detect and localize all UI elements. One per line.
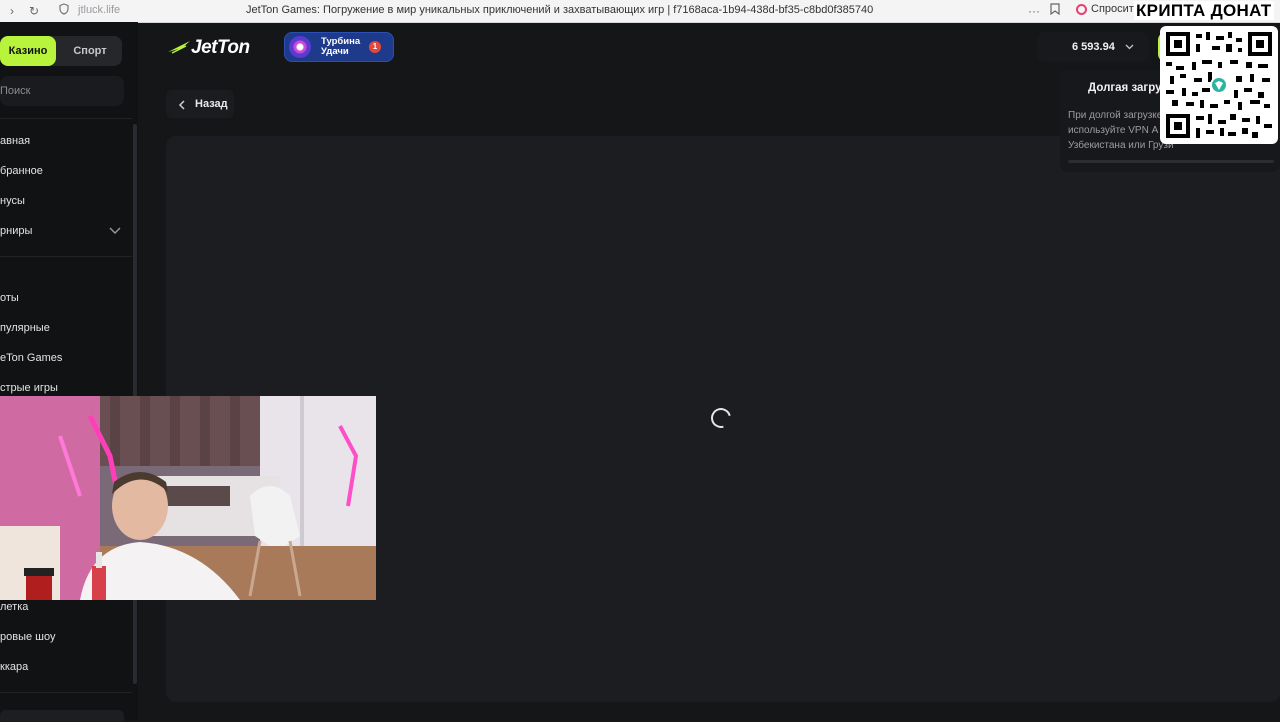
more-icon[interactable]: ···: [1026, 3, 1042, 19]
jetton-logo[interactable]: JetTon: [168, 36, 268, 58]
sidebar-item-favorites[interactable]: бранное: [0, 165, 43, 177]
notice-progress: [1068, 160, 1274, 163]
fortune-wheel-icon: [289, 36, 311, 58]
ask-label: Спросит: [1091, 3, 1134, 15]
sidebar-item-tournaments[interactable]: рниры: [0, 225, 32, 237]
divider: [0, 256, 132, 257]
balance-value: 6 593.94: [1072, 41, 1115, 53]
sidebar-footer-button[interactable]: [0, 710, 124, 722]
sidebar-item-roulette[interactable]: летка: [0, 601, 28, 613]
address-bar[interactable]: jtluck.life: [78, 4, 120, 16]
sidebar-item-slots[interactable]: оты: [0, 292, 19, 304]
assistant-icon: [1076, 3, 1087, 15]
tab-sport[interactable]: Спорт: [58, 36, 122, 66]
promo-turbine-button[interactable]: Турбина Удачи 1: [284, 32, 394, 62]
balance-dropdown[interactable]: 6 593.94: [1037, 32, 1149, 62]
sidebar-item-bonuses[interactable]: нусы: [0, 195, 25, 207]
tab-casino[interactable]: Казино: [0, 36, 56, 66]
reload-icon[interactable]: ↻: [26, 3, 42, 19]
sidebar-item-popular[interactable]: пулярные: [0, 322, 50, 334]
chevron-left-icon: [178, 90, 185, 118]
notice-title: Долгая загру: [1088, 82, 1162, 94]
search-input[interactable]: Поиск: [0, 76, 124, 106]
logo-text: JetTon: [191, 37, 250, 58]
crypto-donate-label: КРИПТА ДОНАТ: [1134, 1, 1274, 20]
sidebar-item-main[interactable]: авная: [0, 135, 30, 147]
promo-count-badge: 1: [369, 41, 381, 53]
ask-assistant-button[interactable]: Спросит: [1076, 3, 1134, 15]
divider: [0, 118, 132, 119]
sidebar-item-game-shows[interactable]: ровые шоу: [0, 631, 55, 643]
bookmark-icon[interactable]: [1047, 3, 1063, 19]
forward-icon[interactable]: ›: [4, 3, 20, 19]
sidebar: Казино Спорт Поиск авная бранное нусы рн…: [0, 22, 138, 722]
back-button[interactable]: Назад: [166, 90, 234, 118]
section-switch: Казино Спорт: [0, 36, 122, 66]
sidebar-item-jetton-games[interactable]: eTon Games: [0, 352, 62, 364]
browser-toolbar: › ↻ jtluck.life JetTon Games: Погружение…: [0, 0, 1280, 23]
chevron-down-icon: [1125, 32, 1134, 62]
page-title: JetTon Games: Погружение в мир уникальны…: [246, 4, 874, 16]
sidebar-item-baccarat[interactable]: ккара: [0, 661, 28, 673]
qr-code: [1160, 26, 1278, 144]
site-info-icon[interactable]: [56, 3, 72, 19]
streamer-webcam: [0, 396, 376, 600]
promo-title-line2: Удачи: [321, 46, 349, 57]
chevron-down-icon[interactable]: [109, 225, 121, 237]
divider: [0, 692, 132, 693]
sidebar-item-fast-games[interactable]: стрые игры: [0, 382, 58, 394]
search-placeholder: Поиск: [0, 85, 31, 97]
back-label: Назад: [195, 98, 228, 110]
logo-arrow-icon: [168, 41, 190, 54]
